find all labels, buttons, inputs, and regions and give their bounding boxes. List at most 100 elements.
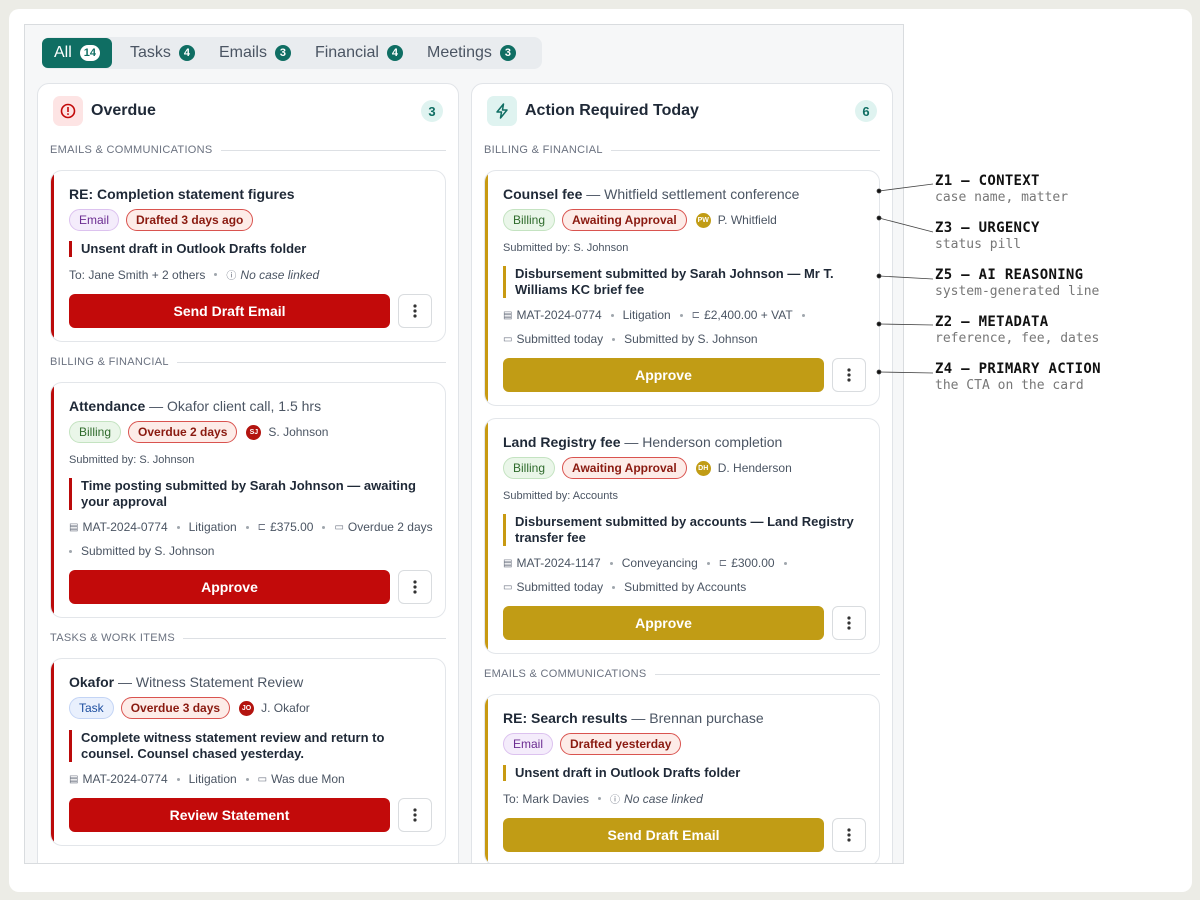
section-header: BILLING & FINANCIAL bbox=[50, 355, 446, 369]
billing-card[interactable]: Attendance — Okafor client call, 1.5 hrs… bbox=[50, 382, 446, 618]
type-pill: Billing bbox=[503, 209, 556, 231]
billing-card[interactable]: Land Registry fee — Henderson completion… bbox=[484, 418, 880, 654]
avatar: DH bbox=[695, 460, 711, 476]
ai-reasoning: Complete witness statement review and re… bbox=[69, 730, 427, 762]
tab-count-badge: 14 bbox=[79, 45, 101, 61]
submitted-date: Submitted today bbox=[516, 332, 604, 346]
column-count-badge: 3 bbox=[421, 100, 443, 122]
send-draft-email-button[interactable]: Send Draft Email bbox=[69, 294, 390, 328]
money-icon: ⊏ bbox=[718, 557, 728, 569]
assignee-name: D. Henderson bbox=[717, 461, 792, 475]
status-pill: Awaiting Approval bbox=[562, 457, 687, 479]
recipients: To: Mark Davies bbox=[503, 791, 590, 806]
column-title: Action Required Today bbox=[525, 102, 699, 119]
column-count-badge: 6 bbox=[855, 100, 877, 122]
tab-label: All bbox=[54, 44, 72, 61]
tab-financial[interactable]: Financial 4 bbox=[303, 38, 415, 68]
section-label: EMAILS & COMMUNICATIONS bbox=[50, 144, 213, 156]
submitter: Submitted by Accounts bbox=[624, 580, 747, 594]
briefcase-icon: ▤ bbox=[69, 773, 79, 785]
section-header: EMAILS & COMMUNICATIONS bbox=[50, 143, 446, 157]
divider bbox=[183, 637, 446, 639]
recipients: To: Jane Smith + 2 others bbox=[69, 267, 206, 282]
matter-ref: MAT-2024-0774 bbox=[516, 308, 602, 322]
calendar-icon: ▭ bbox=[257, 773, 268, 785]
card-meta: ▤ MAT-2024-0774 Litigation ⊏ £375.00 ▭ O… bbox=[69, 520, 433, 534]
due-date: Overdue 2 days bbox=[347, 520, 433, 534]
annotation-title: Z3 — URGENCY bbox=[935, 220, 1040, 236]
card-meta: ▤ MAT-2024-0774 Litigation ⊏ £2,400.00 +… bbox=[503, 308, 867, 322]
practice-area: Litigation bbox=[188, 520, 237, 534]
type-pill: Email bbox=[503, 733, 554, 755]
annotation-desc: reference, fee, dates bbox=[935, 331, 1100, 346]
status-pill: Awaiting Approval bbox=[562, 209, 687, 231]
task-card[interactable]: Okafor — Witness Statement Review Task O… bbox=[50, 658, 446, 846]
inbox-panel: All 14 Tasks 4 Emails 3 Financial 4 Meet… bbox=[24, 24, 904, 864]
ai-reasoning: Time posting submitted by Sarah Johnson … bbox=[69, 478, 427, 510]
approve-button[interactable]: Approve bbox=[503, 358, 824, 392]
alert-circle-icon bbox=[53, 96, 83, 126]
section-header: TASKS & WORK ITEMS bbox=[50, 631, 446, 645]
send-draft-email-button[interactable]: Send Draft Email bbox=[503, 818, 824, 852]
approve-button[interactable]: Approve bbox=[69, 570, 390, 604]
tab-all[interactable]: All 14 bbox=[42, 38, 113, 68]
review-statement-button[interactable]: Review Statement bbox=[69, 798, 390, 832]
card-pills: Billing Awaiting Approval DH D. Henderso… bbox=[503, 457, 792, 479]
type-pill: Email bbox=[69, 209, 120, 231]
money-icon: ⊏ bbox=[691, 309, 701, 321]
matter-ref: MAT-2024-0774 bbox=[82, 772, 168, 786]
more-options-icon[interactable] bbox=[398, 294, 432, 328]
tab-count-badge: 4 bbox=[178, 45, 195, 61]
more-options-icon[interactable] bbox=[832, 606, 866, 640]
submitter: Submitted by S. Johnson bbox=[624, 332, 758, 346]
filter-tabs: All 14 Tasks 4 Emails 3 Financial 4 Meet… bbox=[42, 37, 542, 69]
tab-count-badge: 3 bbox=[499, 45, 516, 61]
annotation-desc: system-generated line bbox=[935, 284, 1100, 299]
type-pill: Billing bbox=[503, 457, 556, 479]
card-pills: Billing Awaiting Approval PW P. Whitfiel… bbox=[503, 209, 777, 231]
tab-count-badge: 3 bbox=[274, 45, 291, 61]
divider bbox=[654, 673, 880, 675]
practice-area: Litigation bbox=[188, 772, 237, 786]
more-options-icon[interactable] bbox=[832, 818, 866, 852]
card-meta: ▭ Submitted today Submitted by S. Johnso… bbox=[503, 332, 867, 346]
case-link-status: No case linked bbox=[624, 791, 703, 806]
ai-reasoning: Unsent draft in Outlook Drafts folder bbox=[69, 241, 427, 257]
avatar: PW bbox=[695, 212, 711, 228]
approve-button[interactable]: Approve bbox=[503, 606, 824, 640]
card-meta: ▤ MAT-2024-1147 Conveyancing ⊏ £300.00 bbox=[503, 556, 867, 570]
tab-label: Financial bbox=[314, 44, 379, 61]
tab-label: Meetings bbox=[426, 44, 492, 61]
card-title: Counsel fee — Whitfield settlement confe… bbox=[503, 186, 800, 202]
status-pill: Drafted 3 days ago bbox=[126, 209, 254, 231]
billing-card[interactable]: Counsel fee — Whitfield settlement confe… bbox=[484, 170, 880, 406]
tab-meetings[interactable]: Meetings 3 bbox=[415, 38, 528, 68]
tab-label: Tasks bbox=[130, 44, 171, 61]
info-icon: ⓘ bbox=[610, 795, 621, 806]
annotation-title: Z4 — PRIMARY ACTION bbox=[935, 361, 1101, 377]
annotation-z3: Z3 — URGENCY status pill bbox=[935, 220, 1040, 252]
column-title: Overdue bbox=[91, 102, 156, 119]
section-label: TASKS & WORK ITEMS bbox=[50, 632, 175, 644]
card-meta: ▤ MAT-2024-0774 Litigation ▭ Was due Mon bbox=[69, 772, 433, 786]
tab-tasks[interactable]: Tasks 4 bbox=[118, 38, 207, 68]
avatar: JO bbox=[239, 700, 255, 716]
matter-ref: MAT-2024-1147 bbox=[516, 556, 601, 570]
type-pill: Task bbox=[69, 697, 114, 719]
more-options-icon[interactable] bbox=[832, 358, 866, 392]
card-meta: ▭ Submitted today Submitted by Accounts bbox=[503, 580, 867, 594]
more-options-icon[interactable] bbox=[398, 798, 432, 832]
more-options-icon[interactable] bbox=[398, 570, 432, 604]
card-meta: To: Mark Davies ⓘ No case linked bbox=[503, 791, 867, 807]
task-card[interactable]: RE: Completion statement figures Email D… bbox=[50, 170, 446, 342]
card-title: RE: Completion statement figures bbox=[69, 186, 295, 202]
calendar-icon: ▭ bbox=[334, 521, 344, 533]
assignee-name: S. Johnson bbox=[268, 425, 329, 439]
submitted-date: Submitted today bbox=[516, 580, 604, 594]
practice-area: Conveyancing bbox=[621, 556, 698, 570]
section-header: BILLING & FINANCIAL bbox=[484, 143, 880, 157]
annotation-desc: case name, matter bbox=[935, 190, 1069, 205]
tab-emails[interactable]: Emails 3 bbox=[207, 38, 303, 68]
briefcase-icon: ▤ bbox=[69, 521, 79, 533]
email-card[interactable]: RE: Search results — Brennan purchase Em… bbox=[484, 694, 880, 863]
